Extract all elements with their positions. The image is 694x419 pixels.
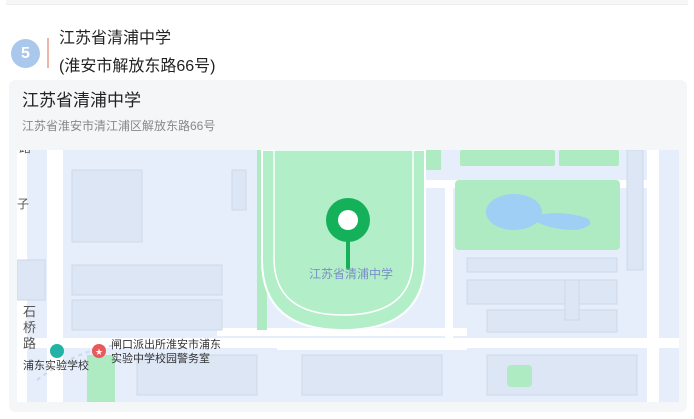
edge-label-2: 路 [19, 150, 31, 155]
map-place-name: 江苏省清浦中学 [22, 91, 141, 110]
road-label-char-2: 桥 [23, 320, 36, 335]
police-poi-label-line1: 闸口派出所淮安市浦东 [111, 337, 221, 351]
title-accent-line [47, 38, 49, 68]
school-poi-label: 浦东实验学校 [23, 358, 89, 372]
edge-label-1: 子 [17, 197, 29, 211]
marker-label: 江苏省清浦中学 [309, 266, 393, 281]
school-icon [50, 344, 64, 358]
previous-card-edge [6, 0, 688, 5]
svg-text:★: ★ [95, 347, 103, 357]
map-view[interactable]: 江苏省清浦中学 石 桥 路 子 路 浦东实验学校 ★ 闸口派出所淮安市浦东 实验… [17, 150, 679, 402]
road-label-char-3: 路 [23, 336, 36, 351]
step-number-badge: 5 [11, 39, 40, 68]
road-label-char-1: 石 [23, 304, 36, 319]
location-title: 江苏省清浦中学 [59, 30, 172, 47]
location-subtitle: (淮安市解放东路66号) [59, 58, 216, 75]
map-place-address: 江苏省淮安市清江浦区解放东路66号 [22, 119, 216, 133]
police-poi-label-line2: 实验中学校园警务室 [111, 351, 210, 365]
